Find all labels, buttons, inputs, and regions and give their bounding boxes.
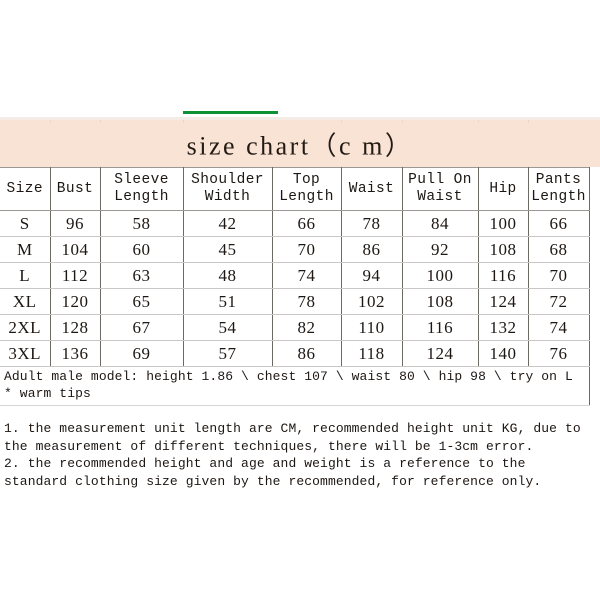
table-row: S 96 58 42 66 78 84 100 66 [0,210,590,237]
table-row: M 104 60 45 70 86 92 108 68 [0,236,590,263]
size-chart-table: Size Bust Sleeve Length Shoulder Width T… [0,167,590,406]
cell-size: XL [0,288,51,315]
banner-tick [402,120,403,123]
cell-sleeve-length: 58 [99,210,184,237]
note-1: 1. the measurement unit length are CM, r… [4,421,581,454]
cell-pull-on-waist: 108 [401,288,479,315]
cell-bust: 104 [49,236,101,263]
banner-tick [341,120,342,123]
cell-pants-length: 70 [527,262,590,289]
cell-top-length: 82 [271,314,342,341]
cell-pants-length: 74 [527,314,590,341]
cell-pants-length: 66 [527,210,590,237]
cell-size: S [0,210,51,237]
cell-sleeve-length: 60 [99,236,184,263]
cell-sleeve-length: 65 [99,288,184,315]
cell-top-length: 66 [271,210,342,237]
cell-shoulder-width: 42 [182,210,273,237]
model-note-row: Adult male model: height 1.86 \ chest 10… [0,366,590,406]
cell-pull-on-waist: 124 [401,340,479,367]
cell-bust: 120 [49,288,101,315]
cell-size: M [0,236,51,263]
cell-top-length: 74 [271,262,342,289]
cell-size: L [0,262,51,289]
cell-top-length: 70 [271,236,342,263]
cell-hip: 100 [477,210,529,237]
cell-pants-length: 68 [527,236,590,263]
table-header-row: Size Bust Sleeve Length Shoulder Width T… [0,167,590,211]
cell-top-length: 86 [271,340,342,367]
chart-banner: size chart（c m） [0,117,600,167]
column-header-waist: Waist [340,167,403,211]
cell-size: 2XL [0,314,51,341]
column-header-shoulder-width: Shoulder Width [182,167,273,211]
model-note-text: Adult male model: height 1.86 \ chest 10… [0,366,590,406]
column-header-pants-length: Pants Length [527,167,590,211]
cell-shoulder-width: 51 [182,288,273,315]
table-row: 3XL 136 69 57 86 118 124 140 76 [0,340,590,367]
cell-waist: 118 [340,340,403,367]
cell-bust: 112 [49,262,101,289]
banner-tick [528,120,529,123]
cell-bust: 96 [49,210,101,237]
cell-top-length: 78 [271,288,342,315]
cell-size: 3XL [0,340,51,367]
cell-waist: 86 [340,236,403,263]
size-chart-page: size chart（c m） Size Bust Sleeve Length [0,0,600,600]
cell-hip: 124 [477,288,529,315]
cell-sleeve-length: 69 [99,340,184,367]
banner-tick [478,120,479,123]
table-row: 2XL 128 67 54 82 110 116 132 74 [0,314,590,341]
cell-sleeve-length: 63 [99,262,184,289]
note-2: 2. the recommended height and age and we… [4,456,542,489]
cell-pull-on-waist: 92 [401,236,479,263]
cell-shoulder-width: 54 [182,314,273,341]
cell-sleeve-length: 67 [99,314,184,341]
column-header-size: Size [0,167,51,211]
column-header-top-length: Top Length [271,167,342,211]
cell-bust: 128 [49,314,101,341]
table-row: L 112 63 48 74 94 100 116 70 [0,262,590,289]
cell-waist: 78 [340,210,403,237]
banner-tick [183,120,184,123]
cell-waist: 94 [340,262,403,289]
cell-pants-length: 72 [527,288,590,315]
banner-tick [50,120,51,123]
page-title: size chart（c m） [186,131,414,160]
cell-bust: 136 [49,340,101,367]
table-row: XL 120 65 51 78 102 108 124 72 [0,288,590,315]
chart-content: size chart（c m） Size Bust Sleeve Length [0,117,600,490]
green-accent-line [183,111,278,114]
cell-pull-on-waist: 116 [401,314,479,341]
column-header-sleeve-length: Sleeve Length [99,167,184,211]
cell-hip: 108 [477,236,529,263]
column-header-bust: Bust [49,167,101,211]
cell-pull-on-waist: 100 [401,262,479,289]
column-header-hip: Hip [477,167,529,211]
cell-waist: 110 [340,314,403,341]
column-header-pull-on-waist: Pull On Waist [401,167,479,211]
cell-hip: 132 [477,314,529,341]
cell-shoulder-width: 57 [182,340,273,367]
cell-pants-length: 76 [527,340,590,367]
notes-section: 1. the measurement unit length are CM, r… [0,406,589,490]
banner-tick [100,120,101,123]
cell-pull-on-waist: 84 [401,210,479,237]
cell-shoulder-width: 48 [182,262,273,289]
cell-waist: 102 [340,288,403,315]
cell-shoulder-width: 45 [182,236,273,263]
cell-hip: 140 [477,340,529,367]
cell-hip: 116 [477,262,529,289]
